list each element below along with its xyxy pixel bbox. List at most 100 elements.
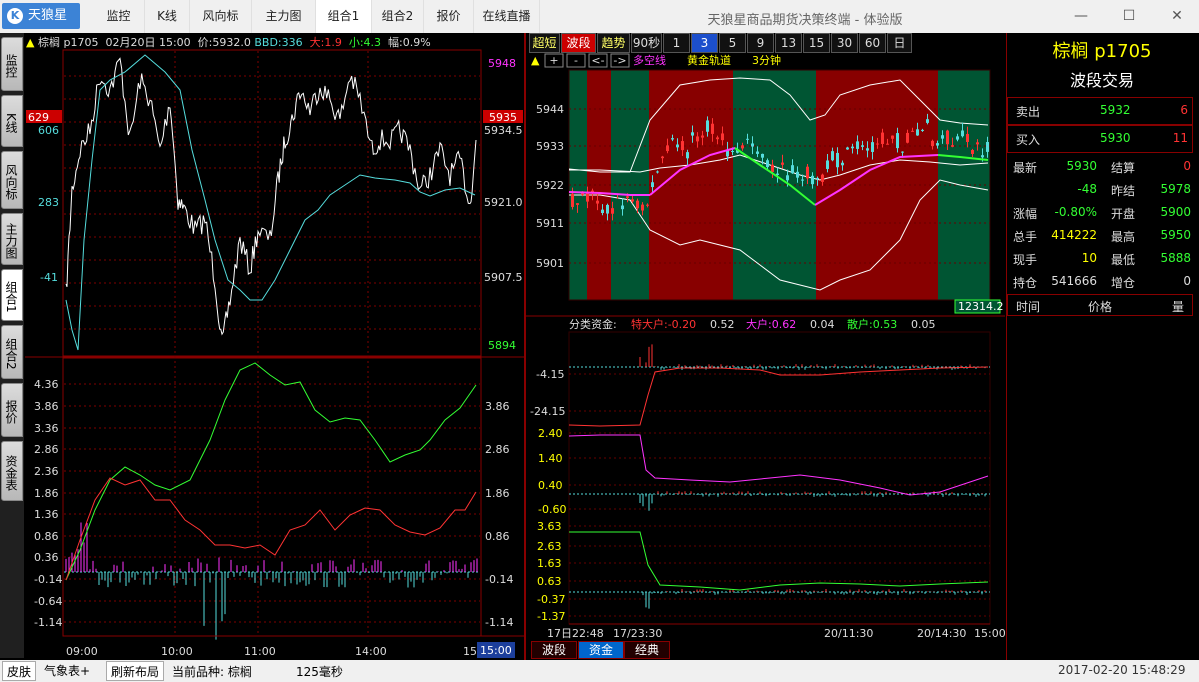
tick-header-time: 时间 [1016,300,1041,314]
fund-right-label: -1.14 [485,616,513,629]
kline-price-label: 5922 [536,179,564,192]
mid-time-label: 15:00 [974,627,1006,640]
time-tick-label: 15 [463,645,477,658]
candle-body [901,151,904,153]
price-cursor-label: 5935 [489,111,517,124]
fund-left-label: 2.36 [34,465,59,478]
candle-body [751,143,754,147]
price-label-top: 5948 [488,57,516,70]
status-bar: 皮肤 气象表+ 刷新布局 当前品种: 棕榈 125毫秒 2017-02-20 1… [0,660,1199,682]
bottom-tab-1[interactable]: 资金 [578,641,624,659]
kline-price-label: 5911 [536,217,564,230]
quote-value-a: 10 [1081,251,1097,265]
legend-period: 3分钟 [752,53,781,67]
quote-value-a: -0.80% [1054,205,1097,219]
candle-body [761,153,764,158]
quote-value-a: 414222 [1051,228,1097,242]
quote-value-b: 0 [1183,274,1191,288]
price-label-bottom: 5894 [488,339,516,352]
fund2-label: -0.60 [538,503,566,516]
buy-label: 买入 [1016,133,1041,147]
price-label: 5921.0 [484,196,523,209]
fund3-label: 3.63 [537,520,562,533]
quote-value-b: 5978 [1160,182,1191,196]
candle-body [811,175,814,185]
candle-body [851,146,854,149]
candle-body [716,137,719,140]
quote-label-a: 最新 [1013,161,1038,175]
bottom-tab-0[interactable]: 波段 [531,641,577,659]
candle-body [801,179,804,181]
refresh-layout-button[interactable]: 刷新布局 [106,661,165,681]
candle-body [876,143,879,145]
time-tick-label: 10:00 [161,645,193,658]
quote-title: 棕榈 p1705 [1052,41,1152,62]
price-label: 5907.5 [484,271,523,284]
kline-price-label: 5901 [536,257,564,270]
weather-button[interactable]: 气象表+ [40,661,94,681]
quote-subtitle: 波段交易 [1069,71,1134,90]
candle-body [676,144,679,148]
quote-row-0: 最新 5930 结算 0 [1007,155,1193,177]
bottom-tab-2[interactable]: 经典 [624,641,670,659]
candle-body [621,205,624,210]
candle-body [641,204,644,211]
fund-right-label: 3.86 [485,400,510,413]
candle-body [731,150,734,152]
skin-button[interactable]: 皮肤 [2,661,37,681]
candle-body [651,182,654,188]
quote-label-a: 持仓 [1013,276,1038,290]
candle-body [746,138,749,140]
candle-body [571,193,574,207]
candle-body [576,203,579,205]
buy-price: 5930 [1100,131,1131,145]
fund-mid-frame [568,331,991,625]
quote-label-b: 增仓 [1111,276,1136,290]
tick-header: 时间 价格 量 [1007,294,1193,316]
candle-body [846,147,849,150]
fund2-label: 1.40 [538,452,563,465]
candle-body [856,141,859,149]
candle-body [661,156,664,159]
candle-body [691,132,694,136]
candle-body [981,155,984,158]
fund-left-label: -0.64 [34,595,62,608]
quote-label-b: 结算 [1111,161,1136,175]
fund-header-retail: 散户:0.53 [847,317,897,331]
fund1-label: -4.15 [536,368,564,381]
candle-body [766,160,769,168]
candle-body [631,199,634,202]
candle-body [706,120,709,132]
candle-body [891,135,894,139]
candle-body [941,135,944,139]
fund3-label: 2.63 [537,540,562,553]
fund-left-label: 0.36 [34,551,59,564]
latency: 125毫秒 [296,665,343,679]
quote-label-b: 最低 [1111,253,1136,267]
oi-label: 606 [38,124,59,137]
fund-panel-frame [62,357,482,637]
price-label: 5934.5 [484,124,523,137]
buy-row[interactable]: 买入 5930 11 [1007,125,1193,153]
status-datetime: 2017-02-20 15:48:29 [1058,663,1186,677]
mid-time-label: 20/11:30 [824,627,873,640]
candle-body [896,133,899,149]
oi-label: -41 [40,271,58,284]
candle-body [866,148,869,151]
candle-body [861,145,864,147]
time-tick-label: 09:00 [66,645,98,658]
legend-gold: 黄金轨道 [687,53,731,67]
candle-body [911,130,914,132]
quote-label-a: 总手 [1013,230,1038,244]
candle-body [921,129,924,131]
quote-row-4: 现手 10 最低 5888 [1007,247,1193,269]
fund-header-big: 大户:0.62 [746,317,796,331]
sell-row[interactable]: 卖出 5932 6 [1007,97,1193,125]
candle-body [791,165,794,174]
quote-row-2: 涨幅 -0.80% 开盘 5900 [1007,201,1193,223]
fund3-label: -0.37 [537,593,565,606]
candle-body [721,133,724,141]
kline-tool-label: -> [613,54,626,67]
fund-left-label: -0.14 [34,573,62,586]
tick-header-price: 价格 [1088,300,1113,314]
